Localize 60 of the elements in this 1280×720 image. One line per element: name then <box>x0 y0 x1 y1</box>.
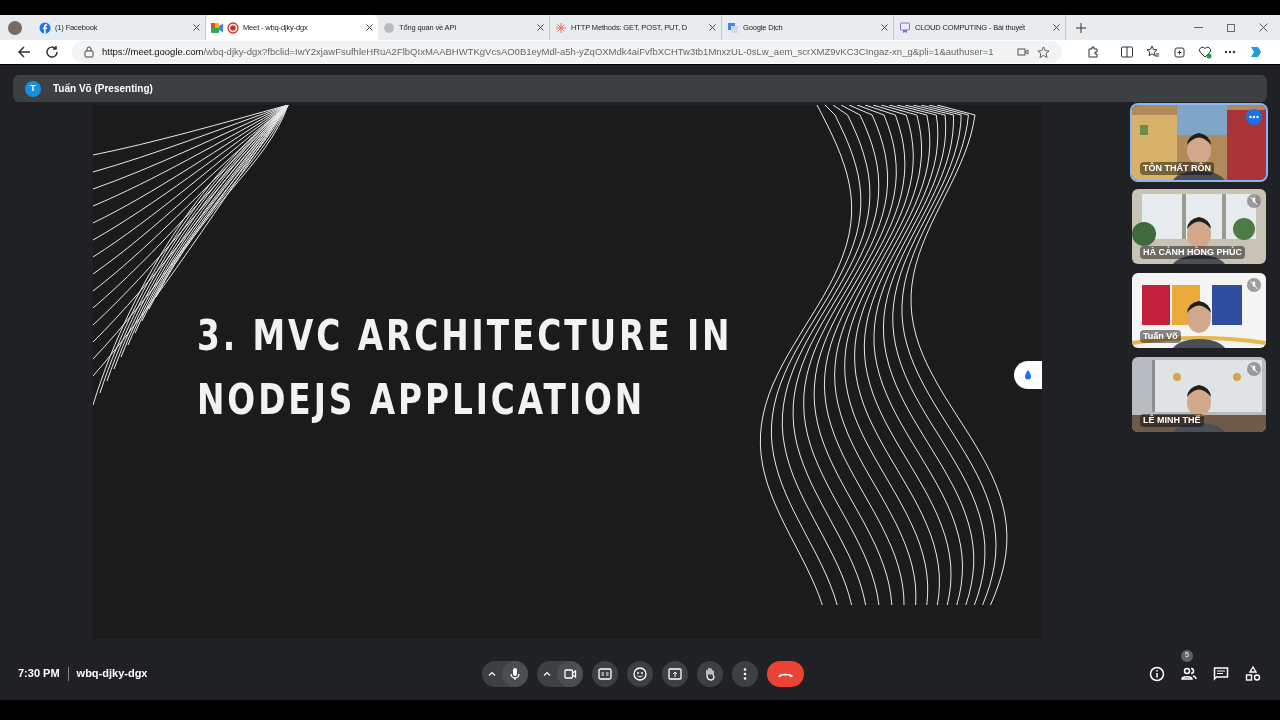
globe-icon <box>383 21 395 34</box>
participant-name: LÊ MINH THẾ <box>1140 413 1204 427</box>
presenter-label: Tuấn Võ (Presenting) <box>53 82 153 96</box>
chevron-up-icon[interactable] <box>543 671 551 676</box>
copilot-icon[interactable] <box>1248 44 1264 60</box>
star-icon[interactable] <box>1037 45 1050 59</box>
meet-logo-icon <box>211 22 223 33</box>
facebook-icon <box>39 21 51 34</box>
close-window-icon[interactable] <box>1259 23 1268 32</box>
chat-icon[interactable] <box>1212 664 1230 683</box>
award-icon <box>899 21 911 34</box>
close-icon[interactable] <box>881 24 888 31</box>
close-icon[interactable] <box>537 24 544 31</box>
end-call-icon[interactable] <box>767 660 804 687</box>
present-screen-icon[interactable] <box>662 660 688 687</box>
burst-icon <box>555 21 567 34</box>
participant-name: HÀ CẢNH HỒNG PHÚC <box>1140 245 1245 259</box>
lock-icon <box>84 46 94 58</box>
reload-icon[interactable] <box>44 44 60 60</box>
translate-icon <box>727 21 739 34</box>
chevron-up-icon[interactable] <box>488 671 496 676</box>
close-icon[interactable] <box>193 24 200 31</box>
collections-icon[interactable] <box>1172 45 1186 59</box>
avatar-initial: T <box>25 80 41 97</box>
slide-title-line: 3. MVC ARCHITECTURE IN <box>197 310 733 362</box>
close-icon[interactable] <box>1053 24 1060 31</box>
favorites-icon[interactable] <box>1146 45 1160 59</box>
camera-control[interactable] <box>537 660 583 687</box>
health-icon[interactable] <box>1198 45 1212 59</box>
participant-tile[interactable]: LÊ MINH THẾ <box>1132 357 1266 432</box>
participant-name: TÔN THẤT RÔN <box>1140 161 1214 175</box>
more-options-icon[interactable] <box>732 660 758 687</box>
recording-icon <box>227 21 239 34</box>
back-icon[interactable] <box>16 44 32 60</box>
slide-title-line: NODEJS APPLICATION <box>197 374 647 426</box>
profile-avatar[interactable] <box>8 20 22 35</box>
close-icon[interactable] <box>366 24 373 31</box>
address-bar[interactable]: https://meet.google.com/wbq-djky-dgx?fbclid=IwY2xjawFsufhleHRuA2FlbQIxMAABHWTKgVcsAO0B1eyMdl-a5h-yZqOXMdk4aiFvfbXCHTw3tb1MnxzUL-0sLw_aem_scrXMZ9vKC3CIngaz-xn_g&pli=1&authuser=1 <box>72 41 1062 63</box>
emoji-icon[interactable] <box>627 660 653 687</box>
close-icon[interactable] <box>709 24 716 31</box>
split-screen-icon[interactable] <box>1120 45 1134 59</box>
more-icon[interactable] <box>1224 50 1236 54</box>
raise-hand-icon[interactable] <box>697 660 723 687</box>
drop-icon[interactable] <box>1014 361 1042 389</box>
clock-time: 7:30 PM <box>18 666 60 682</box>
new-tab-icon[interactable] <box>1076 22 1086 33</box>
activities-icon[interactable] <box>1244 664 1262 683</box>
captions-icon[interactable] <box>592 660 618 687</box>
more-options-icon[interactable] <box>1246 109 1262 125</box>
participant-tile[interactable]: TÔN THẤT RÔN <box>1132 105 1266 180</box>
meeting-code: wbq-djky-dgx <box>76 666 148 682</box>
extensions-icon[interactable] <box>1086 45 1100 59</box>
restore-icon[interactable] <box>1227 23 1235 32</box>
camera-icon[interactable] <box>1017 47 1029 57</box>
video-camera-icon[interactable] <box>557 660 583 687</box>
microphone-control[interactable] <box>482 660 528 687</box>
url-text: https://meet.google.com/wbq-djky-dgx?fbclid=IwY2xjawFsufhleHRuA2FlbQIxMAABHWTKgVcsAO0B1eyMdl-a5h-yZqOXMdk4aiFvfbXCHTw3tb1MnxzUL-0sLw_aem_scrXMZ9vKC3CIngaz-xn_g&pli=1&authuser=1 <box>102 44 995 59</box>
participant-tile[interactable]: HÀ CẢNH HỒNG PHÚC <box>1132 189 1266 264</box>
info-icon[interactable] <box>1148 664 1166 683</box>
microphone-icon[interactable] <box>502 660 528 687</box>
